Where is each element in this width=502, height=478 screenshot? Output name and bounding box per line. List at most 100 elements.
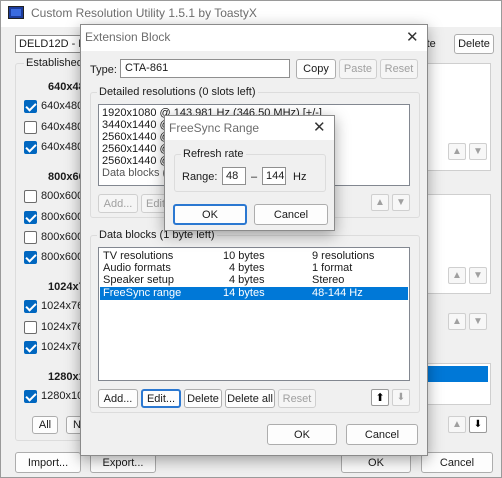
range-min-input[interactable]: 48 [222, 167, 246, 185]
detailed-row-5[interactable]: 2560x1440 @ [102, 155, 171, 167]
ext-cancel-button[interactable]: Cancel [346, 424, 418, 445]
freesync-cancel-label: Cancel [273, 208, 309, 221]
data-block-info: 9 resolutions [312, 250, 375, 262]
data-block-size: 10 bytes [223, 250, 265, 262]
range-unit: Hz [293, 171, 307, 183]
data-block-row[interactable]: TV resolutions 10 bytes 9 resolutions [100, 250, 408, 262]
export-label: Export... [102, 456, 144, 469]
detailed-up-button[interactable]: ▲ [371, 194, 389, 211]
est-800-label-3: 800x600 [41, 231, 84, 243]
data-block-name: Speaker setup [103, 274, 174, 286]
type-select-value: CTA-861 [125, 62, 169, 74]
right-panel-4-up-button[interactable]: ▲ [448, 416, 466, 433]
right-panel-4-selection [420, 366, 488, 382]
db-down-button[interactable]: ⬇ [392, 389, 410, 406]
est-800-checkbox-3[interactable] [24, 231, 37, 244]
est-1024-checkbox-1[interactable] [24, 300, 37, 313]
data-block-row-selected[interactable]: FreeSync range 14 bytes 48-144 Hz [100, 287, 408, 300]
db-add-button[interactable]: Add... [98, 389, 138, 408]
main-cancel-button[interactable]: Cancel [421, 452, 493, 473]
detailed-add-label: Add... [103, 197, 133, 210]
main-delete-button[interactable]: Delete [454, 34, 494, 54]
ext-ok-button[interactable]: OK [267, 424, 337, 445]
main-window-title: Custom Resolution Utility 1.5.1 by Toast… [31, 6, 257, 20]
est-1024-label-3: 1024x76 [41, 341, 84, 353]
est-all-label: All [38, 419, 52, 431]
data-block-row[interactable]: Audio formats 4 bytes 1 format [100, 262, 408, 274]
extension-close-icon[interactable]: ✕ [406, 28, 419, 46]
est-800-label-2: 800x600 [41, 211, 84, 223]
data-block-size: 14 bytes [223, 287, 265, 299]
data-block-row[interactable]: Speaker setup 4 bytes Stereo [100, 274, 408, 286]
data-block-size: 4 bytes [229, 262, 265, 274]
copy-button[interactable]: Copy [296, 59, 336, 79]
est-640-checkbox-3[interactable] [24, 141, 37, 154]
ext-paste-button[interactable]: Paste [339, 59, 377, 79]
right-panel-2-up-button[interactable]: ▲ [448, 267, 466, 284]
est-1280-label-1: 1280x10 [41, 390, 84, 402]
ext-reset-button[interactable]: Reset [380, 59, 418, 79]
est-800-checkbox-2[interactable] [24, 211, 37, 224]
data-block-name: TV resolutions [103, 250, 174, 262]
freesync-dialog: FreeSync Range ✕ Refresh rate Range: 48 … [164, 115, 335, 231]
right-panel-3-up-button[interactable]: ▲ [448, 313, 466, 330]
est-640-checkbox-1[interactable] [24, 100, 37, 113]
detailed-edit-label: Edit [146, 197, 165, 210]
db-edit-label: Edit... [146, 392, 176, 405]
est-1024-label-2: 1024x76 [41, 321, 84, 333]
detailed-row-6[interactable]: Data blocks ( [102, 167, 166, 179]
est-800-checkbox-4[interactable] [24, 251, 37, 264]
range-label: Range: [182, 171, 218, 183]
detailed-row-2[interactable]: 3440x1440 @ [102, 119, 171, 131]
est-800-label-1: 800x600 [41, 190, 84, 202]
db-delete-button[interactable]: Delete [184, 389, 222, 408]
right-panel-1-up-button[interactable]: ▲ [448, 143, 466, 160]
est-640-label-1: 640x480 [41, 100, 84, 112]
data-block-info: 1 format [312, 262, 353, 274]
est-800-label-4: 800x600 [41, 251, 84, 263]
copy-label: Copy [303, 63, 329, 75]
db-delete-all-button[interactable]: Delete all [225, 389, 275, 408]
detailed-row-3[interactable]: 2560x1440 @ [102, 131, 171, 143]
refresh-rate-title: Refresh rate [181, 148, 246, 160]
extension-dialog-title: Extension Block [85, 30, 171, 44]
freesync-ok-button[interactable]: OK [173, 204, 247, 225]
ext-cancel-label: Cancel [364, 428, 400, 441]
right-panel-2-down-button[interactable]: ▼ [469, 267, 487, 284]
import-button[interactable]: Import... [15, 452, 81, 473]
ext-ok-label: OK [294, 428, 310, 441]
data-blocks-list[interactable]: TV resolutions 10 bytes 9 resolutions Au… [98, 247, 410, 381]
freesync-ok-label: OK [202, 208, 218, 221]
freesync-close-icon[interactable]: ✕ [313, 118, 326, 136]
db-reset-label: Reset [282, 392, 312, 405]
monitor-select[interactable]: DELD12D - DE [15, 35, 85, 53]
db-reset-button[interactable]: Reset [278, 389, 316, 408]
established-title: Established [24, 57, 85, 69]
freesync-cancel-button[interactable]: Cancel [254, 204, 328, 225]
type-label: Type: [90, 64, 117, 76]
freesync-dialog-title: FreeSync Range [169, 121, 260, 135]
right-panel-4-down-button[interactable]: ⬇ [469, 416, 487, 433]
detailed-resolutions-title: Detailed resolutions (0 slots left) [97, 86, 258, 98]
detailed-row-4[interactable]: 2560x1440 @ [102, 143, 171, 155]
est-640-label-3: 640x480 [41, 141, 84, 153]
range-max-input[interactable]: 144 [262, 167, 286, 185]
est-1024-label-1: 1024x76 [41, 300, 84, 312]
est-all-button[interactable]: All [32, 416, 58, 434]
detailed-add-button[interactable]: Add... [98, 194, 138, 213]
detailed-down-button[interactable]: ▼ [392, 194, 410, 211]
db-up-button[interactable]: ⬆ [371, 389, 389, 406]
right-panel-3-down-button[interactable]: ▼ [469, 313, 487, 330]
est-1024-checkbox-3[interactable] [24, 341, 37, 354]
extension-block-dialog: Extension Block ✕ Type: CTA-861 Copy Pas… [80, 24, 428, 456]
type-select[interactable]: CTA-861 [120, 59, 290, 78]
est-1024-checkbox-2[interactable] [24, 321, 37, 334]
est-1280-checkbox-1[interactable] [24, 390, 37, 403]
est-640-checkbox-2[interactable] [24, 121, 37, 134]
right-panel-1-down-button[interactable]: ▼ [469, 143, 487, 160]
est-800-checkbox-1[interactable] [24, 190, 37, 203]
monitor-select-value: DELD12D - DE [19, 38, 84, 50]
range-dash: – [251, 171, 258, 183]
db-edit-button[interactable]: Edit... [141, 389, 181, 408]
main-delete-label: Delete [458, 38, 490, 50]
